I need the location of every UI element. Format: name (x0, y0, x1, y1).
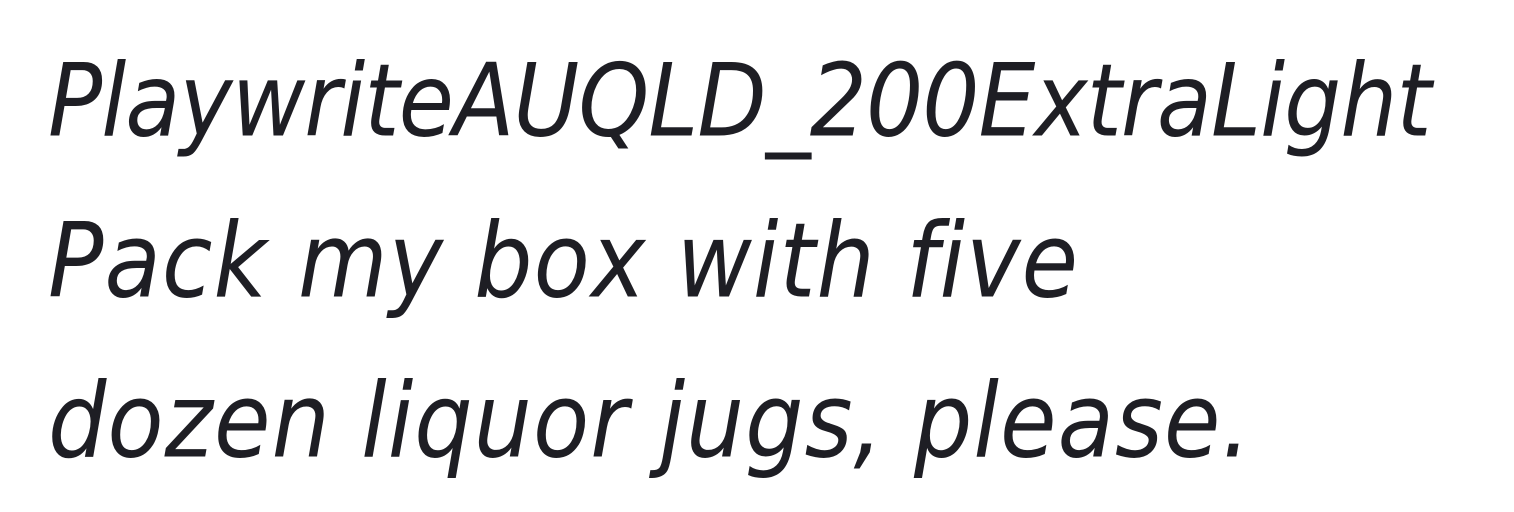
font-specimen: PlaywriteAUQLD_200ExtraLight Pack my box… (48, 22, 1498, 502)
sample-text-line-2: dozen liquor jugs, please. (48, 361, 1252, 482)
font-name-heading: PlaywriteAUQLD_200ExtraLight (48, 42, 1432, 161)
sample-text-line-1: Pack my box with five (48, 201, 1080, 322)
